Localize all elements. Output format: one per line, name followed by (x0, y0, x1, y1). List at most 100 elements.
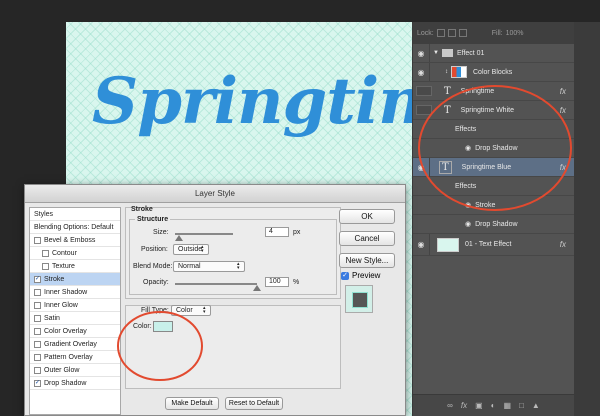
opacity-input[interactable]: 100 (265, 277, 289, 287)
effect-row-drop-shadow[interactable]: ◉ Drop Shadow (413, 215, 574, 234)
blending-options-item[interactable]: Blending Options: Default (30, 221, 120, 234)
reset-to-default-button[interactable]: Reset to Default (225, 397, 283, 410)
style-checkbox[interactable] (42, 249, 49, 257)
fx-icon[interactable]: fx (560, 240, 566, 249)
effects-header-row[interactable]: Effects (413, 177, 574, 196)
color-label: Color: (133, 323, 152, 330)
effect-eye-icon[interactable]: ◉ (465, 220, 471, 228)
style-item-bevel-emboss[interactable]: Bevel & Emboss (30, 234, 120, 247)
styles-header[interactable]: Styles (30, 208, 120, 221)
layer-row-springtime-blue[interactable]: ◉ T Springtime Blue fx (413, 158, 574, 177)
style-item-stroke[interactable]: ✓ Stroke (30, 273, 120, 286)
fill-value[interactable]: 100% (506, 30, 524, 37)
position-select[interactable]: Outside (173, 244, 209, 255)
fx-icon[interactable]: fx (560, 163, 566, 172)
visibility-toggle-off[interactable] (416, 105, 432, 115)
visibility-toggle-off[interactable] (416, 86, 432, 96)
color-swatch[interactable] (153, 321, 173, 332)
visibility-eye-icon[interactable]: ◉ (413, 163, 429, 172)
preview-toggle[interactable]: ✓ Preview (341, 271, 380, 280)
style-checkbox[interactable] (34, 353, 41, 361)
size-input[interactable]: 4 (265, 227, 289, 237)
style-checkbox[interactable] (34, 366, 41, 374)
style-item-color-overlay[interactable]: Color Overlay (30, 325, 120, 338)
style-label: Drop Shadow (44, 379, 87, 387)
style-checkbox-checked[interactable]: ✓ (34, 275, 41, 283)
style-item-outer-glow[interactable]: Outer Glow (30, 364, 120, 377)
opacity-slider-knob[interactable] (253, 285, 261, 291)
fx-icon[interactable]: fx (461, 401, 467, 410)
style-item-inner-glow[interactable]: Inner Glow (30, 299, 120, 312)
layer-row-springtime-white[interactable]: T Springtime White fx (413, 101, 574, 120)
folder-icon[interactable]: ▦ (504, 401, 512, 410)
style-label: Inner Glow (44, 301, 78, 309)
style-checkbox[interactable] (42, 262, 49, 270)
visibility-eye-icon[interactable]: ◉ (413, 68, 429, 77)
adjustment-icon[interactable]: ◐ (491, 401, 496, 410)
effect-row-stroke[interactable]: ◉ Stroke (413, 196, 574, 215)
effect-row-drop-shadow[interactable]: ◉ Drop Shadow (413, 139, 574, 158)
layer-name: Springtime (460, 87, 495, 95)
fill-group (125, 305, 341, 389)
fx-icon[interactable]: fx (560, 87, 566, 96)
new-style-button[interactable]: New Style... (339, 253, 395, 268)
effect-eye-icon[interactable]: ◉ (465, 144, 471, 152)
style-checkbox[interactable] (34, 314, 41, 322)
ok-button[interactable]: OK (339, 209, 395, 224)
layer-name: Springtime White (460, 106, 514, 114)
opacity-label: Opacity: (143, 279, 169, 286)
visibility-eye-icon[interactable]: ◉ (413, 49, 429, 58)
style-checkbox[interactable] (34, 301, 41, 309)
fill-label: Fill: (491, 29, 503, 37)
preview-checkbox[interactable]: ✓ (341, 271, 349, 280)
style-checkbox[interactable] (34, 288, 41, 296)
style-item-satin[interactable]: Satin (30, 312, 120, 325)
fx-icon[interactable]: fx (560, 106, 566, 115)
layer-name: Effect 01 (456, 49, 485, 57)
layer-row-text-effect[interactable]: ◉ 01 - Text Effect fx (413, 234, 574, 256)
style-item-gradient-overlay[interactable]: Gradient Overlay (30, 338, 120, 351)
dialog-title: Layer Style (25, 185, 405, 203)
trash-icon[interactable]: ▲ (532, 401, 540, 410)
size-slider-knob[interactable] (175, 235, 183, 241)
layer-row-color-blocks[interactable]: ◉ ↕ Color Blocks (413, 63, 574, 82)
make-default-button[interactable]: Make Default (165, 397, 219, 410)
fill-type-select[interactable]: Color (171, 305, 211, 316)
cancel-button[interactable]: Cancel (339, 231, 395, 246)
size-slider-track[interactable] (175, 233, 233, 235)
blend-mode-select[interactable]: Normal (173, 261, 245, 272)
style-item-contour[interactable]: Contour (30, 247, 120, 260)
visibility-eye-icon[interactable]: ◉ (413, 240, 429, 249)
text-layer-icon: T (439, 160, 452, 174)
layer-row-springtime[interactable]: T Springtime fx (413, 82, 574, 101)
mask-icon[interactable]: ▣ (475, 401, 483, 410)
folder-icon (441, 49, 453, 57)
style-item-inner-shadow[interactable]: Inner Shadow (30, 286, 120, 299)
style-item-pattern-overlay[interactable]: Pattern Overlay (30, 351, 120, 364)
effect-eye-icon[interactable]: ◉ (465, 201, 471, 209)
layers-lock-bar: Lock: Fill: 100% (413, 22, 574, 44)
blend-mode-label: Blend Mode: (133, 263, 173, 270)
link-icon[interactable]: ∞ (447, 401, 453, 410)
style-checkbox-checked[interactable]: ✓ (34, 379, 41, 387)
effects-header-row[interactable]: Effects (413, 120, 574, 139)
lock-all-icon[interactable] (458, 29, 467, 37)
lock-pixels-icon[interactable] (436, 29, 445, 37)
layers-panel: Lock: Fill: 100% ◉ ▼ Effect 01 ◉ ↕ Color… (412, 22, 574, 416)
styles-header-label: Styles (34, 210, 54, 218)
style-item-texture[interactable]: Texture (30, 260, 120, 273)
preview-label: Preview (352, 271, 381, 280)
layer-thumbnail (437, 237, 459, 252)
lock-position-icon[interactable] (447, 29, 456, 37)
new-layer-icon[interactable]: □ (519, 401, 524, 410)
style-checkbox[interactable] (34, 327, 41, 335)
effect-name: Stroke (475, 201, 496, 209)
disclosure-triangle-icon[interactable]: ▼ (433, 50, 439, 56)
style-label: Bevel & Emboss (44, 236, 96, 244)
style-checkbox[interactable] (34, 236, 41, 244)
styles-list: Styles Blending Options: Default Bevel &… (29, 207, 121, 415)
style-checkbox[interactable] (34, 340, 41, 348)
layer-row-effect-01[interactable]: ◉ ▼ Effect 01 (413, 44, 574, 63)
opacity-slider-track[interactable] (175, 283, 257, 285)
style-item-drop-shadow[interactable]: ✓ Drop Shadow (30, 377, 120, 390)
